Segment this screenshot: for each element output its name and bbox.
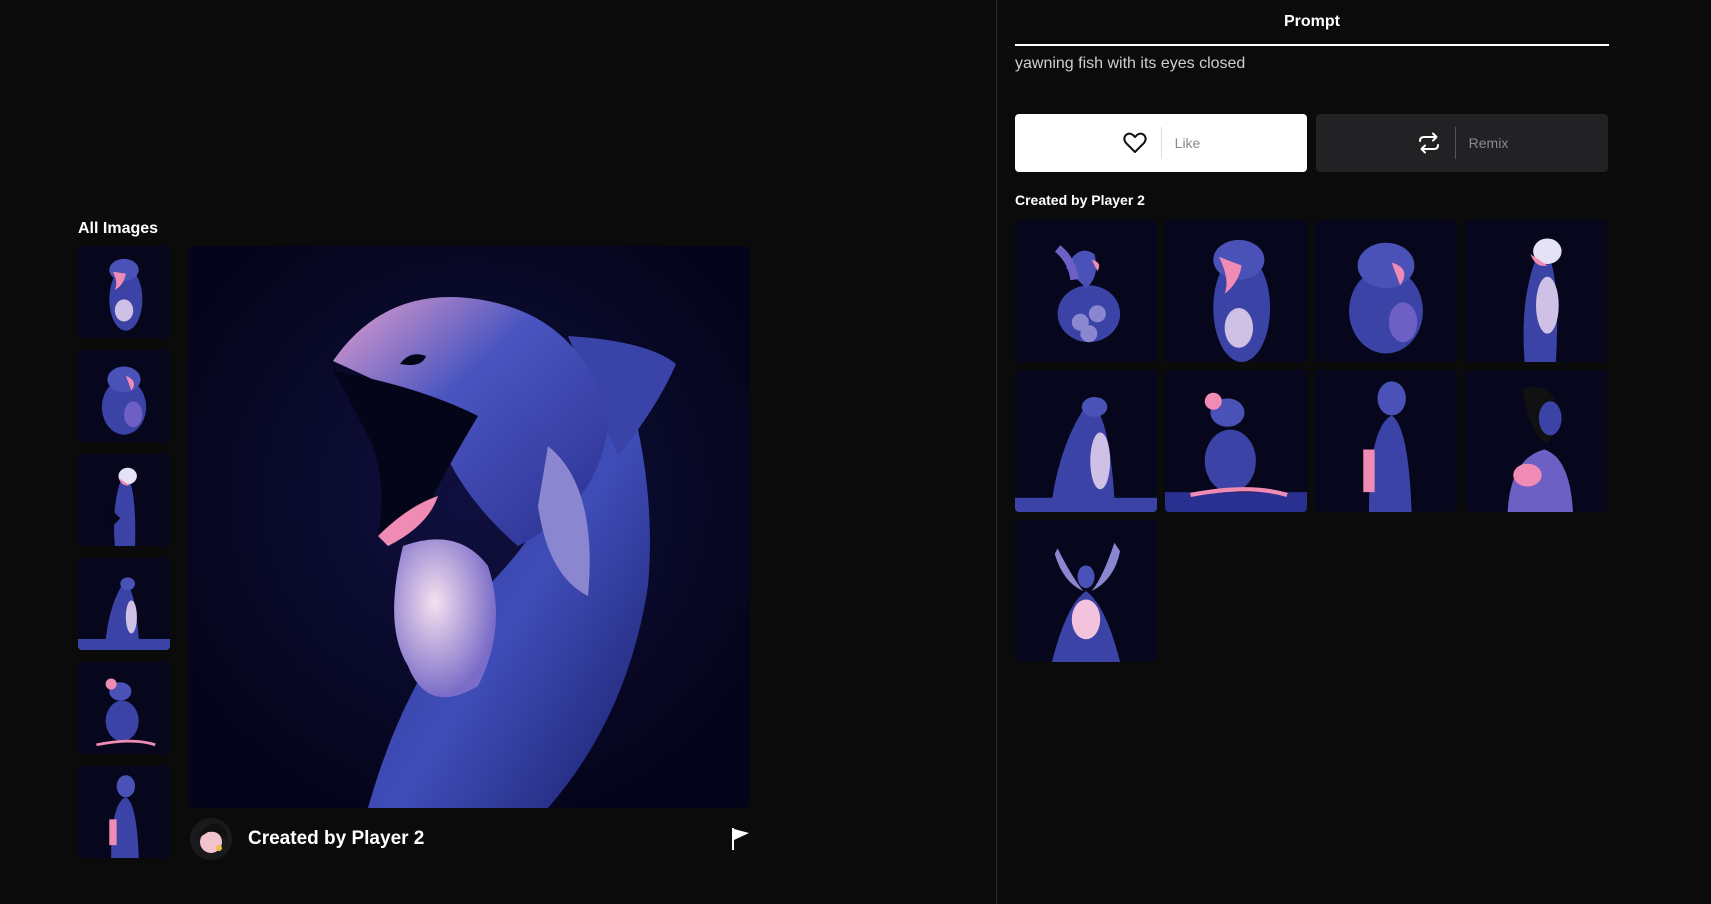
tab-prompt[interactable]: Prompt bbox=[1015, 0, 1609, 46]
repeat-icon bbox=[1418, 132, 1439, 154]
gallery-item-woman[interactable] bbox=[1465, 370, 1607, 512]
like-button[interactable]: Like bbox=[1015, 114, 1307, 172]
thumbnail-man[interactable] bbox=[78, 766, 170, 858]
like-label: Like bbox=[1174, 135, 1201, 151]
prompt-text: yawning fish with its eyes closed bbox=[1015, 55, 1246, 72]
creator-avatar[interactable] bbox=[190, 818, 232, 860]
panel-divider bbox=[996, 0, 997, 904]
gallery-item-fish-blob[interactable] bbox=[1315, 220, 1457, 362]
thumbnail-fish-up[interactable] bbox=[78, 454, 170, 546]
gallery-title: Created by Player 2 bbox=[1015, 192, 1145, 208]
main-image bbox=[188, 246, 750, 808]
thumbnail-shark[interactable] bbox=[78, 246, 170, 338]
thumbnail-strip bbox=[78, 246, 170, 870]
gallery-item-man[interactable] bbox=[1315, 370, 1457, 512]
creator-row: Created by Player 2 bbox=[190, 818, 424, 860]
gallery-item-mouse[interactable] bbox=[1165, 370, 1307, 512]
gallery-item-seal[interactable] bbox=[1015, 370, 1157, 512]
report-flag-icon[interactable] bbox=[730, 826, 752, 852]
heart-icon bbox=[1123, 132, 1147, 153]
gallery-item-fish-up[interactable] bbox=[1465, 220, 1607, 362]
like-separator bbox=[1160, 127, 1162, 159]
gallery-item-bird[interactable] bbox=[1015, 220, 1157, 362]
thumbnail-fish-blob[interactable] bbox=[78, 350, 170, 442]
gallery-item-fairy[interactable] bbox=[1015, 520, 1157, 662]
remix-button[interactable]: Remix bbox=[1316, 114, 1608, 172]
all-images-title: All Images bbox=[78, 220, 159, 237]
thumbnail-seal[interactable] bbox=[78, 558, 170, 650]
gallery-item-shark[interactable] bbox=[1165, 220, 1307, 362]
thumbnail-mouse[interactable] bbox=[78, 662, 170, 754]
creator-gallery bbox=[1015, 220, 1609, 662]
creator-name[interactable]: Created by Player 2 bbox=[248, 828, 424, 850]
remix-separator bbox=[1454, 127, 1456, 159]
remix-label: Remix bbox=[1468, 135, 1509, 151]
